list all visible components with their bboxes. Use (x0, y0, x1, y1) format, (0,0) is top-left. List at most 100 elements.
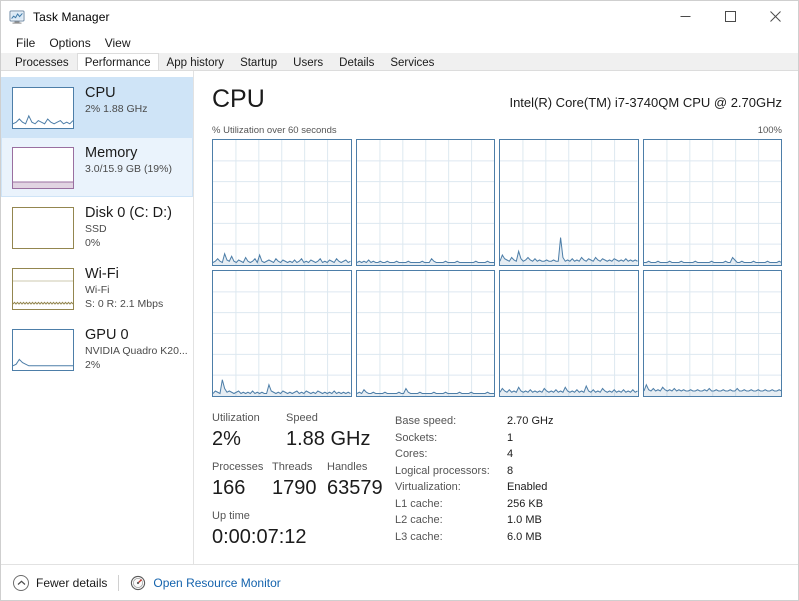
detail-label: L3 cache: (395, 530, 443, 543)
logical-processor-graphs[interactable] (212, 139, 782, 397)
stat-label: Handles (327, 461, 368, 473)
task-manager-window: Task Manager File Options View Processes… (0, 0, 799, 601)
panel-header: CPU Intel(R) Core(TM) i7-3740QM CPU @ 2.… (212, 85, 782, 113)
detail-row: Base speed: 2.70 GHz (395, 413, 782, 430)
sidebar-item-sub1: Wi-Fi (85, 284, 110, 296)
detail-value: 6.0 MB (507, 530, 542, 543)
footer-divider (118, 574, 120, 591)
cpu-model-label: Intel(R) Core(TM) i7-3740QM CPU @ 2.70GH… (509, 95, 782, 110)
stat-label: Threads (272, 461, 313, 473)
detail-label: Sockets: (395, 431, 438, 444)
cpu-graph-4[interactable] (212, 270, 352, 397)
graph-axis-labels: % Utilization over 60 seconds 100% (212, 125, 782, 136)
sidebar-item-sub2: 0% (85, 237, 101, 249)
sidebar-item-sub1: 2% 1.88 GHz (85, 103, 148, 115)
chevron-up-icon (13, 574, 29, 591)
stat-threads: Threads 1790 (272, 460, 327, 501)
stats-area: Utilization 2% Speed 1.88 GHz Processes … (212, 411, 782, 550)
cpu-thumbnail (12, 87, 74, 129)
cpu-graph-3[interactable] (642, 139, 782, 266)
tab-performance[interactable]: Performance (76, 53, 159, 70)
footer-bar: Fewer details Open Resource Monitor (1, 564, 798, 600)
sidebar-item-wifi[interactable]: Wi-Fi Wi-Fi S: 0 R: 2.1 Mbps (1, 258, 193, 319)
stat-value: 2% (212, 428, 241, 450)
cpu-graph-7[interactable] (642, 270, 782, 397)
tab-details[interactable]: Details (331, 53, 383, 70)
detail-value: 4 (507, 448, 514, 460)
sidebar-item-sub1: NVIDIA Quadro K20... (85, 345, 188, 357)
graph-max-label: 100% (757, 125, 782, 136)
stat-speed: Speed 1.88 GHz (286, 411, 370, 452)
menu-item-view[interactable]: View (98, 35, 138, 51)
cpu-graph-6[interactable] (499, 270, 639, 397)
stats-details: Base speed: 2.70 GHz Sockets: 1 Cores: 4 Logic… (387, 411, 782, 550)
cpu-graph-2[interactable] (499, 139, 639, 266)
sidebar-item-sub1: SSD (85, 223, 107, 235)
sidebar-item-label: Wi-Fi (85, 266, 119, 282)
resource-sidebar: CPU 2% 1.88 GHz Memory 3.0/15.9 GB (19%)… (1, 71, 194, 564)
detail-value: 256 KB (507, 497, 544, 510)
detail-label: Base speed: (395, 415, 457, 427)
sidebar-item-sub2: S: 0 R: 2.1 Mbps (85, 298, 164, 310)
content-body: CPU 2% 1.88 GHz Memory 3.0/15.9 GB (19%)… (1, 71, 798, 564)
tab-users[interactable]: Users (285, 53, 332, 70)
stat-processes: Processes 166 (212, 460, 272, 501)
detail-value: 1.0 MB (507, 514, 542, 526)
sidebar-item-label: CPU (85, 85, 116, 101)
wifi-thumbnail (12, 268, 74, 310)
detail-row: L1 cache: 256 KB (395, 496, 782, 513)
sidebar-item-memory[interactable]: Memory 3.0/15.9 GB (19%) (1, 137, 193, 197)
detail-value: Enabled (507, 481, 548, 493)
sidebar-item-label: Disk 0 (C: D:) (85, 205, 172, 221)
tab-bar: Processes Performance App history Startu… (1, 53, 798, 71)
detail-row: Cores: 4 (395, 446, 782, 463)
cpu-graph-0[interactable] (212, 139, 352, 266)
page-title: CPU (212, 85, 265, 113)
performance-panel: CPU Intel(R) Core(TM) i7-3740QM CPU @ 2.… (194, 71, 798, 564)
stat-utilization: Utilization 2% (212, 411, 286, 452)
stat-value: 166 (212, 477, 246, 499)
detail-row: Virtualization: Enabled (395, 479, 782, 496)
resource-monitor-label: Open Resource Monitor (153, 575, 281, 590)
cpu-graph-1[interactable] (355, 139, 495, 266)
fewer-details-button[interactable]: Fewer details (13, 574, 108, 591)
sidebar-item-sub1: 3.0/15.9 GB (19%) (85, 163, 172, 175)
title-bar: Task Manager (1, 1, 798, 32)
tab-processes[interactable]: Processes (7, 53, 77, 70)
close-button[interactable] (753, 1, 798, 32)
task-manager-icon (9, 9, 25, 25)
detail-value: 1 (507, 431, 514, 444)
stat-uptime: Up time 0:00:07:12 (212, 509, 307, 550)
sidebar-item-disk-0[interactable]: Disk 0 (C: D:) SSD 0% (1, 197, 193, 258)
detail-label: L1 cache: (395, 497, 443, 510)
detail-row: Logical processors: 8 (395, 463, 782, 480)
tab-app-history[interactable]: App history (158, 53, 233, 70)
stat-handles: Handles 63579 (327, 460, 383, 501)
detail-value: 2.70 GHz (507, 415, 554, 427)
window-controls (663, 1, 798, 32)
detail-row: L2 cache: 1.0 MB (395, 512, 782, 529)
maximize-button[interactable] (708, 1, 753, 32)
detail-row: L3 cache: 6.0 MB (395, 529, 782, 546)
menu-item-options[interactable]: Options (42, 35, 97, 51)
cpu-graph-5[interactable] (355, 270, 495, 397)
minimize-button[interactable] (663, 1, 708, 32)
graph-caption: % Utilization over 60 seconds (212, 125, 337, 136)
window-title: Task Manager (33, 9, 110, 24)
sidebar-item-gpu-0[interactable]: GPU 0 NVIDIA Quadro K20... 2% (1, 319, 193, 380)
stat-label: Up time (212, 510, 250, 522)
open-resource-monitor-link[interactable]: Open Resource Monitor (130, 575, 281, 591)
detail-label: Logical processors: (395, 464, 490, 477)
fewer-details-label: Fewer details (36, 575, 108, 590)
menu-bar: File Options View (1, 32, 798, 53)
memory-thumbnail (12, 147, 74, 189)
stat-label: Processes (212, 461, 264, 473)
stat-value: 63579 (327, 477, 383, 499)
detail-label: Cores: (395, 448, 428, 460)
tab-startup[interactable]: Startup (232, 53, 286, 70)
sidebar-item-label: GPU 0 (85, 327, 129, 343)
tab-services[interactable]: Services (382, 53, 443, 70)
sidebar-item-sub2: 2% (85, 359, 101, 371)
sidebar-item-cpu[interactable]: CPU 2% 1.88 GHz (1, 77, 193, 137)
menu-item-file[interactable]: File (9, 35, 42, 51)
